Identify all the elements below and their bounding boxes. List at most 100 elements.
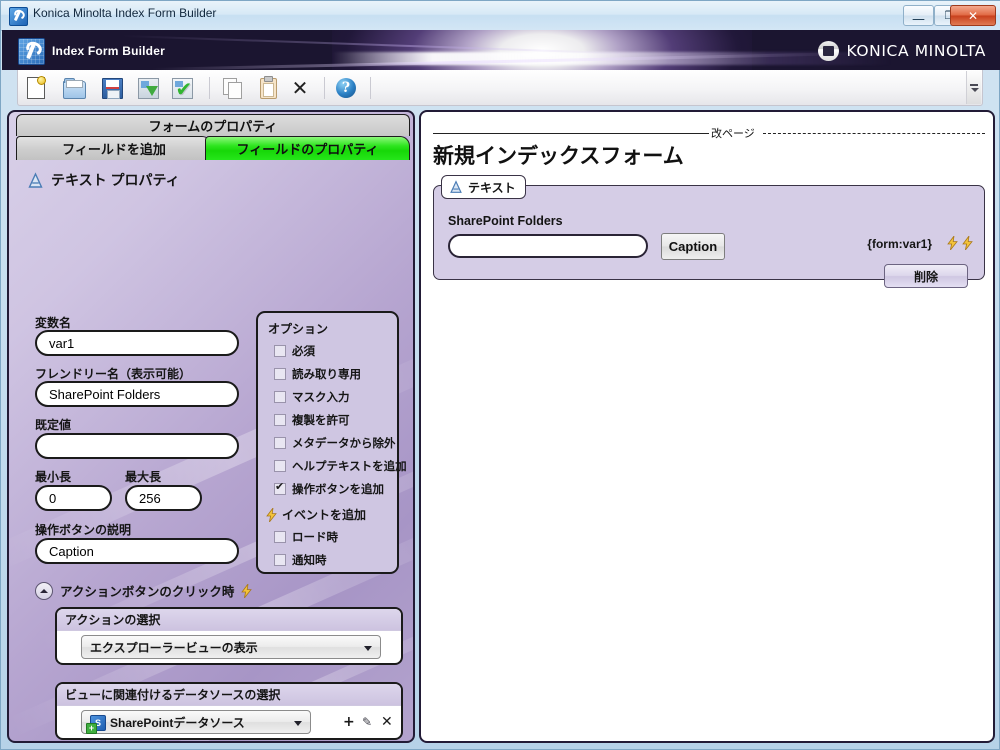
label-min-length: 最小長 [35,468,71,485]
question-circle-icon: ? [336,78,356,98]
checkbox-add-help-text[interactable]: ヘルプテキストを追加 [274,458,407,474]
minimize-button[interactable]: — [903,5,934,26]
validate-form-button[interactable] [168,75,196,101]
checkbox-mask-input[interactable]: マスク入力 [274,389,350,405]
title-bar: Konica Minolta Index Form Builder — ❐ ✕ [1,1,1000,31]
open-form-button[interactable] [60,75,88,101]
checkbox-on-notify[interactable]: 通知時 [274,552,327,568]
field-variable-reference: {form:var1} [867,237,932,251]
input-friendly-name[interactable]: SharePoint Folders [35,381,239,407]
copy-button[interactable] [219,75,247,101]
checkbox-exclude-metadata-box [274,437,286,449]
help-button[interactable]: ? [332,75,360,101]
konica-minolta-wordmark: KONICA MINOLTA [846,42,986,60]
datasource-select-group: ビューに関連付けるデータソースの選択 S SharePointデータソース + … [55,682,403,740]
options-group: オプション 必須 読み取り専用 マスク入力 複製を許可 メタデータから除外 [256,311,399,574]
chevron-down-icon [294,721,302,726]
toolbar-separator-2 [324,77,325,99]
checkbox-allow-duplicate[interactable]: 複製を許可 [274,412,350,428]
edit-datasource-icon[interactable]: ✎ [362,715,372,729]
page-break-label: 改ページ [711,125,755,141]
section-action-button-click-label: アクションボタンのクリック時 [60,581,234,600]
page-break-divider: 改ページ [433,126,985,140]
lightning-bolt-icon[interactable] [962,236,973,250]
checkbox-allow-duplicate-box [274,414,286,426]
chevron-down-icon [364,646,372,651]
checkbox-add-action-button[interactable]: 操作ボタンを追加 [274,481,384,497]
checkbox-readonly-box [274,368,286,380]
checkbox-required-label: 必須 [292,343,315,359]
tab-row: フィールドを追加 フィールドのプロパティ [16,136,410,160]
close-button[interactable]: ✕ [950,5,996,26]
field-display-label: SharePoint Folders [448,214,563,228]
new-form-button[interactable] [22,75,50,101]
field-caption-button[interactable]: Caption [661,233,725,260]
form-title: 新規インデックスフォーム [433,140,684,170]
checkbox-readonly[interactable]: 読み取り専用 [274,366,361,382]
input-max-length[interactable]: 256 [125,485,202,511]
input-min-length[interactable]: 0 [35,485,112,511]
app-wrench-icon [9,7,28,26]
properties-panel: フォームのプロパティ フィールドを追加 フィールドのプロパティ テキスト プロパ… [7,110,415,743]
add-datasource-icon[interactable]: + [343,715,355,729]
field-type-badge: テキスト [441,175,526,199]
options-title: オプション [268,320,328,337]
events-subheader-label: イベントを追加 [282,506,366,523]
form-canvas-panel: 改ページ 新規インデックスフォーム テキスト SharePoint Folder… [419,110,995,743]
save-form-button[interactable] [98,75,126,101]
paste-button[interactable] [254,75,282,101]
checkbox-exclude-metadata[interactable]: メタデータから除外 [274,435,396,451]
application-window: Konica Minolta Index Form Builder — ❐ ✕ … [0,0,1000,750]
section-header: テキスト プロパティ [27,170,180,190]
toolbar-overflow-button[interactable] [966,71,981,104]
action-select-value: エクスプローラービューの表示 [90,639,258,656]
field-event-bolts[interactable] [947,236,973,250]
tab-form-properties[interactable]: フォームのプロパティ [16,114,410,136]
import-form-button[interactable] [134,75,162,101]
datasource-select-value: SharePointデータソース [110,714,245,731]
clipboard-paste-icon [260,78,277,99]
label-variable-name: 変数名 [35,314,71,331]
label-action-button-caption: 操作ボタンの説明 [35,521,131,538]
checkbox-on-load-box [274,531,286,543]
field-text-input[interactable] [448,234,648,258]
input-default-value[interactable] [35,433,239,459]
konica-minolta-mark-icon [818,41,839,61]
remove-datasource-icon[interactable]: ✕ [381,715,393,729]
konica-minolta-logo: KONICA MINOLTA [818,41,986,61]
field-type-label: テキスト [468,179,516,196]
checkbox-exclude-metadata-label: メタデータから除外 [292,435,396,451]
action-select-combo[interactable]: エクスプローラービューの表示 [81,635,381,659]
sharepoint-icon: S [90,715,104,729]
section-action-button-click[interactable]: アクションボタンのクリック時 [35,581,252,600]
tab-add-field[interactable]: フィールドを追加 [16,136,212,160]
form-field-card[interactable]: テキスト SharePoint Folders Caption {form:va… [433,185,985,280]
chevron-collapse-icon [35,582,53,600]
toolbar-separator-3 [370,77,371,99]
minimize-icon: — [904,6,933,25]
delete-button[interactable]: ✕ [286,75,314,101]
label-default-value: 既定値 [35,416,71,433]
action-select-group: アクションの選択 エクスプローラービューの表示 [55,607,403,665]
input-action-button-caption[interactable]: Caption [35,538,239,564]
checkbox-mask-input-label: マスク入力 [292,389,350,405]
field-delete-button[interactable]: 削除 [884,264,968,288]
checkbox-allow-duplicate-label: 複製を許可 [292,412,350,428]
checkbox-add-action-button-box [274,483,286,495]
label-friendly-name: フレンドリー名（表示可能） [35,365,191,382]
datasource-select-title: ビューに関連付けるデータソースの選択 [57,684,401,706]
checkbox-on-load[interactable]: ロード時 [274,529,338,545]
checkbox-required-box [274,345,286,357]
open-folder-icon [63,81,86,99]
checkbox-required[interactable]: 必須 [274,343,315,359]
checkbox-add-action-button-label: 操作ボタンを追加 [292,481,384,497]
action-select-title: アクションの選択 [57,609,401,631]
checkbox-on-load-label: ロード時 [292,529,338,545]
datasource-select-combo[interactable]: S SharePointデータソース [81,710,311,734]
checkbox-readonly-label: 読み取り専用 [292,366,361,382]
tab-field-properties[interactable]: フィールドのプロパティ [205,136,410,160]
banner-wrench-icon [18,38,45,65]
lightning-bolt-icon[interactable] [947,236,958,250]
input-variable-name[interactable]: var1 [35,330,239,356]
product-banner: Index Form Builder KONICA MINOLTA [2,30,1000,70]
